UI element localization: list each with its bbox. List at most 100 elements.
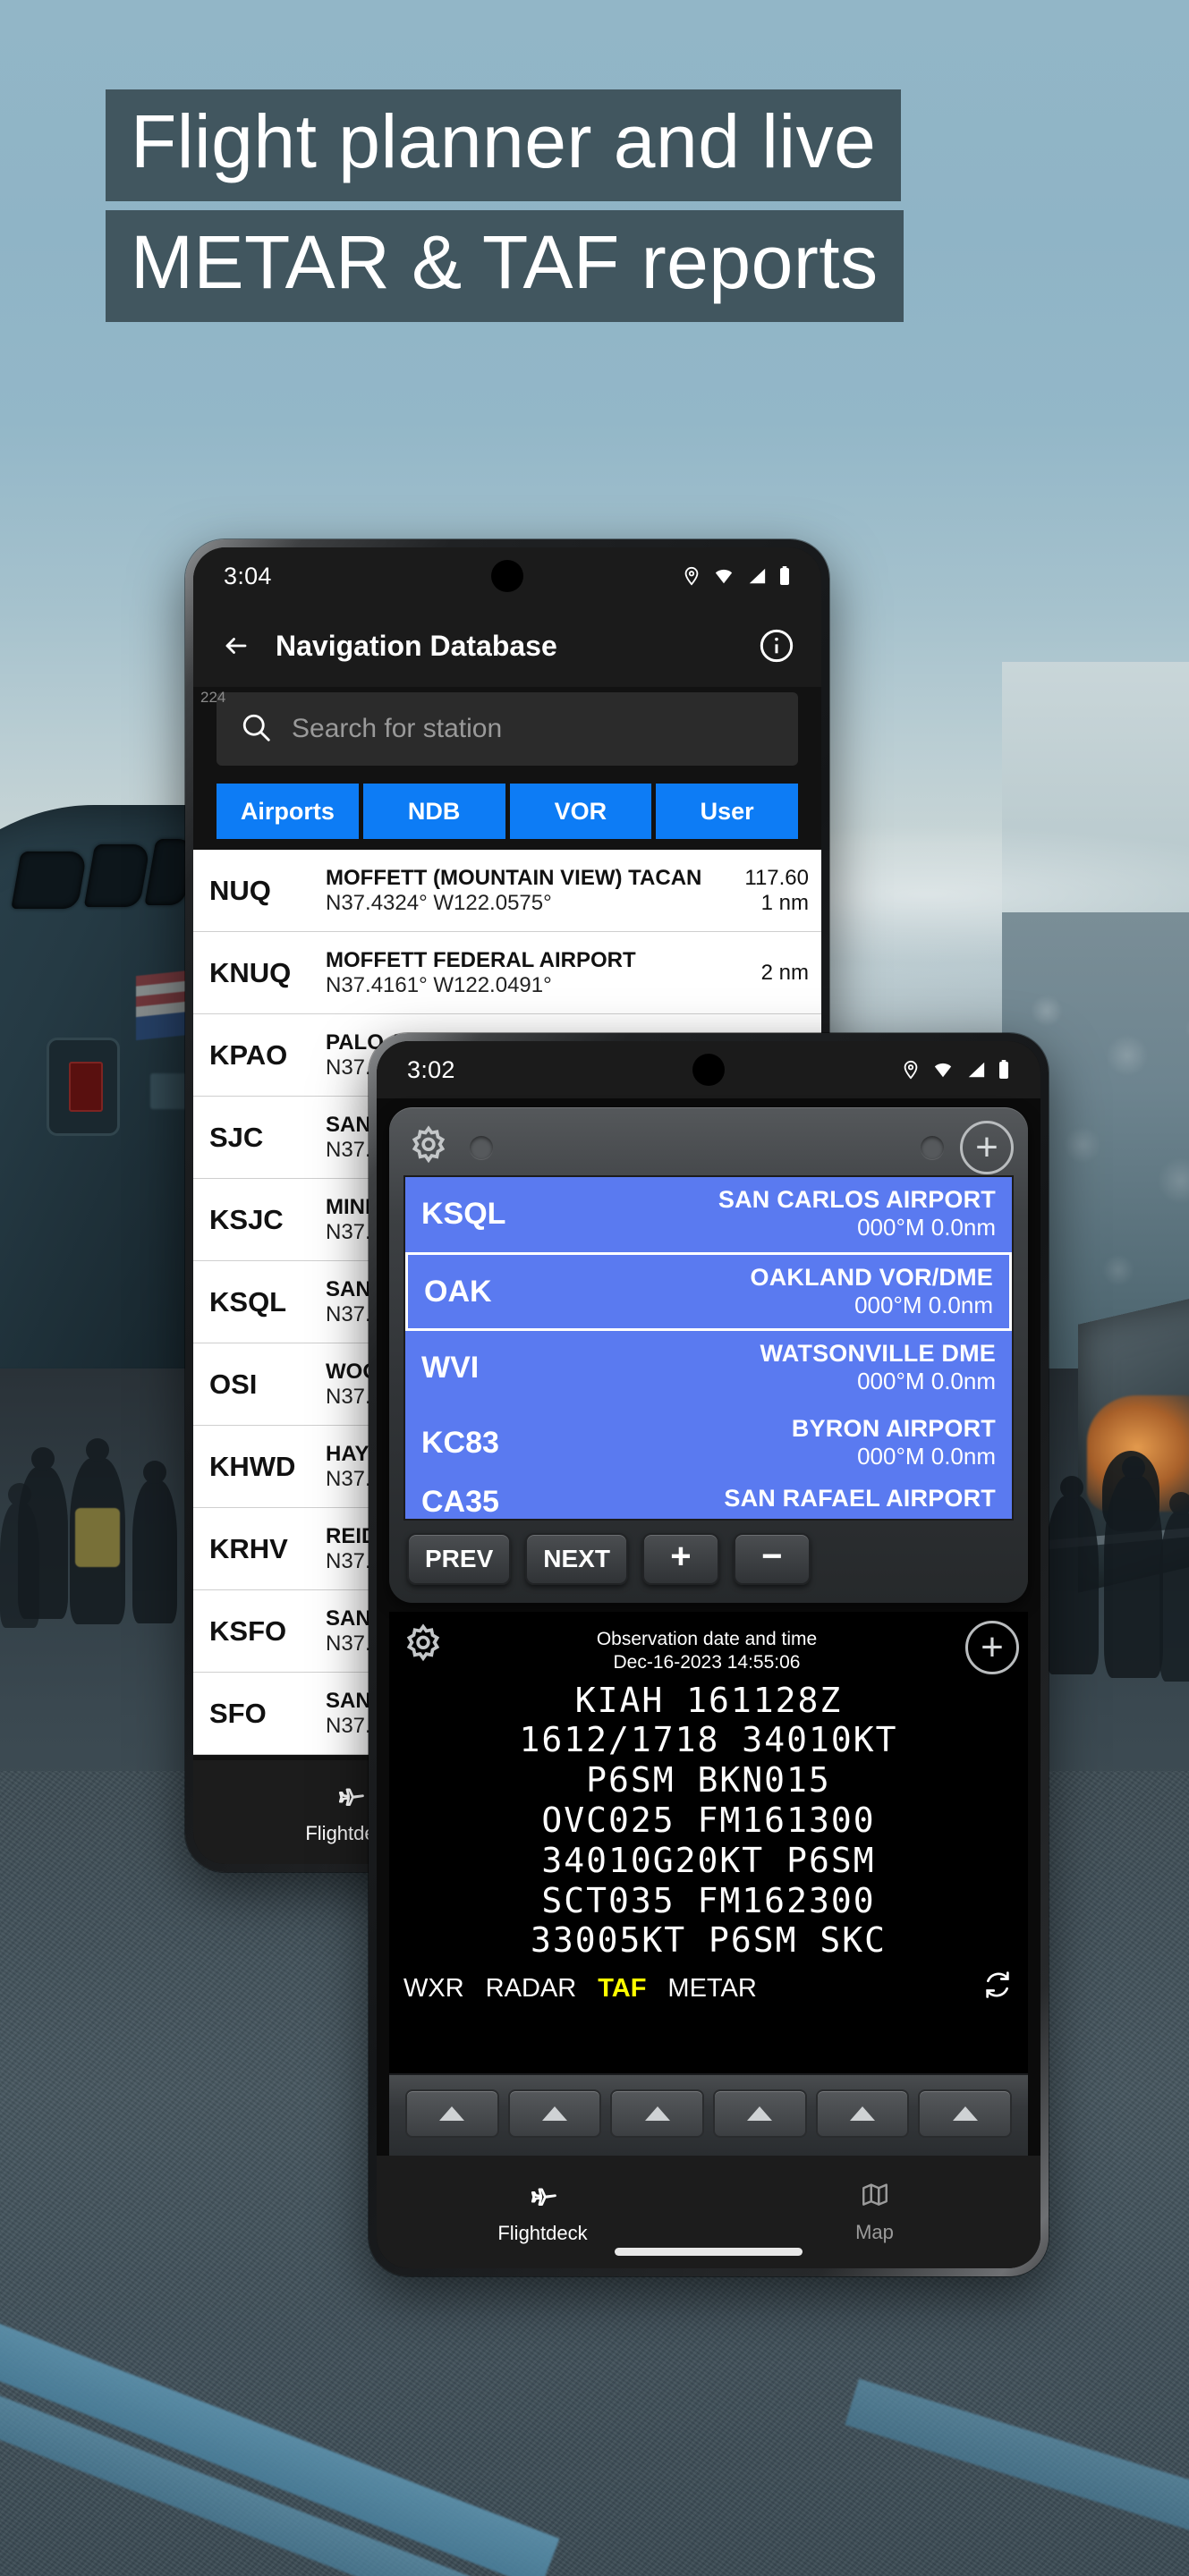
waypoint-bearing-distance: 000°M 0.0nm xyxy=(857,1214,996,1241)
gear-icon[interactable] xyxy=(403,1123,454,1173)
plus-icon[interactable]: + xyxy=(965,1621,1019,1674)
soft-key-button[interactable] xyxy=(918,2089,1013,2138)
waypoint-ident: KSQL xyxy=(421,1196,506,1231)
wifi-icon xyxy=(712,566,735,586)
up-triangle-icon xyxy=(952,2106,978,2121)
bottom-nav-item-map[interactable]: Map xyxy=(709,2180,1040,2244)
waypoint-name: BYRON AIRPORT xyxy=(791,1415,996,1442)
observation-info: Observation date and time Dec-16-2023 14… xyxy=(457,1621,956,1675)
waypoint-row[interactable]: CA35 SAN RAFAEL AIRPORT xyxy=(405,1481,1012,1519)
soft-key-button[interactable] xyxy=(610,2089,705,2138)
station-ident: NUQ xyxy=(209,874,271,906)
station-name: MOFFETT (MOUNTAIN VIEW) TACAN xyxy=(326,865,702,890)
prev-button[interactable]: PREV xyxy=(407,1533,512,1585)
bottom-nav-item-flightdeck[interactable]: Flightdeck xyxy=(377,2179,709,2245)
waypoint-info: OAKLAND VOR/DME 000°M 0.0nm xyxy=(567,1264,994,1319)
station-metrics: 2 nm xyxy=(761,961,809,986)
station-ident: KHWD xyxy=(209,1450,296,1482)
taf-report-line: P6SM BKN015 xyxy=(586,1760,831,1801)
weather-mode-metar[interactable]: METAR xyxy=(667,1974,756,2004)
hero-headline: Flight planner and live METAR & TAF repo… xyxy=(0,0,1189,323)
taf-report-line: 34010G20KT P6SM xyxy=(541,1840,876,1880)
weather-mode-taf[interactable]: TAF xyxy=(598,1974,646,2004)
segment-user-button[interactable]: User xyxy=(656,784,798,839)
next-button[interactable]: NEXT xyxy=(525,1533,628,1585)
camera-punchhole xyxy=(491,560,523,592)
camera-punchhole xyxy=(692,1054,725,1086)
taf-report-line: KIAH 161128Z xyxy=(574,1680,843,1720)
station-details: MOFFETT (MOUNTAIN VIEW) TACAN N37.4324° W… xyxy=(326,866,735,916)
refresh-icon[interactable] xyxy=(981,1970,1014,2007)
table-row[interactable]: KNUQ MOFFETT FEDERAL AIRPORT N37.4161° W12… xyxy=(193,932,821,1014)
gear-icon[interactable] xyxy=(398,1621,448,1671)
page-title: Navigation Database xyxy=(276,629,557,662)
phone-device-flightdeck: 3:02 2 + xyxy=(369,1033,1049,2276)
status-time: 3:02 xyxy=(407,1055,455,1083)
up-triangle-icon xyxy=(850,2106,876,2121)
soft-key-button[interactable] xyxy=(507,2089,602,2138)
soft-key-row xyxy=(389,2073,1028,2156)
waypoint-row[interactable]: KSQL SAN CARLOS AIRPORT 000°M 0.0nm xyxy=(405,1177,1012,1252)
waypoint-ident: KC83 xyxy=(421,1425,499,1460)
taf-report-text: KIAH 161128Z 1612/1718 34010KT P6SM BKN015… xyxy=(398,1681,1019,1962)
location-icon xyxy=(901,1058,921,1081)
station-ident: SJC xyxy=(209,1121,264,1153)
segment-vor-button[interactable]: VOR xyxy=(509,784,652,839)
weather-mode-wxr[interactable]: WXR xyxy=(403,1974,464,2004)
waypoint-list[interactable]: KSQL SAN CARLOS AIRPORT 000°M 0.0nm OAK OAKL… xyxy=(403,1175,1014,1521)
hero-row-1: Flight planner and live xyxy=(0,89,1189,202)
station-ident: KNUQ xyxy=(209,956,292,988)
waypoint-ident: WVI xyxy=(421,1350,480,1385)
weather-mode-selector: WXR RADAR TAF METAR xyxy=(398,1961,1019,2018)
waypoint-row[interactable]: WVI WATSONVILLE DME 000°M 0.0nm xyxy=(405,1331,1012,1406)
station-frequency: 117.60 xyxy=(744,865,809,890)
info-icon[interactable] xyxy=(759,628,794,664)
decrease-button[interactable]: − xyxy=(733,1533,811,1585)
waypoint-name: SAN CARLOS AIRPORT xyxy=(718,1186,996,1213)
waypoint-info: SAN RAFAEL AIRPORT xyxy=(565,1485,996,1513)
waypoint-bearing-distance: 000°M 0.0nm xyxy=(854,1292,993,1318)
signal-icon xyxy=(746,566,768,586)
up-triangle-icon xyxy=(747,2106,773,2121)
observation-timestamp: Dec-16-2023 14:55:06 xyxy=(613,1652,801,1674)
waypoint-info: WATSONVILLE DME 000°M 0.0nm xyxy=(565,1340,997,1395)
segment-airports-button[interactable]: Airports xyxy=(217,784,359,839)
battery-icon xyxy=(778,565,791,587)
soft-key-button[interactable] xyxy=(405,2089,499,2138)
waypoint-info: SAN CARLOS AIRPORT 000°M 0.0nm xyxy=(565,1186,996,1241)
waypoint-info: BYRON AIRPORT 000°M 0.0nm xyxy=(565,1415,996,1470)
search-icon xyxy=(240,711,272,748)
home-indicator xyxy=(615,2248,803,2256)
map-icon xyxy=(858,2180,892,2216)
wifi-icon xyxy=(931,1060,955,1080)
station-name: MOFFETT FEDERAL AIRPORT xyxy=(326,947,636,972)
waypoint-name: OAKLAND VOR/DME xyxy=(750,1264,993,1291)
waypoint-row[interactable]: OAK OAKLAND VOR/DME 000°M 0.0nm xyxy=(405,1252,1012,1331)
weather-mode-radar[interactable]: RADAR xyxy=(486,1974,577,2004)
fuselage-door xyxy=(47,1038,120,1136)
soft-key-button[interactable] xyxy=(713,2089,807,2138)
station-type-segmented-control: Airports NDB VOR User xyxy=(193,784,821,850)
crowd-silhouette xyxy=(132,1480,177,1623)
station-metrics: 117.60 1 nm xyxy=(744,866,809,916)
bottom-nav-label: Map xyxy=(855,2221,894,2243)
waypoint-ident: CA35 xyxy=(421,1485,499,1519)
increase-button[interactable]: + xyxy=(641,1533,719,1585)
soft-key-button[interactable] xyxy=(815,2089,910,2138)
station-distance: 2 nm xyxy=(760,960,809,985)
station-ident: KRHV xyxy=(209,1532,288,1564)
plus-icon[interactable]: + xyxy=(960,1121,1014,1174)
waypoint-row[interactable]: KC83 BYRON AIRPORT 000°M 0.0nm xyxy=(405,1406,1012,1481)
cockpit-window xyxy=(11,852,88,909)
search-input[interactable] xyxy=(292,714,775,744)
taf-report-line: 33005KT P6SM SKC xyxy=(530,1920,888,1961)
waypoint-bearing-distance: 000°M 0.0nm xyxy=(857,1368,996,1394)
station-ident: KPAO xyxy=(209,1038,288,1071)
search-box[interactable] xyxy=(217,692,798,766)
phone2-screen: 3:02 2 + xyxy=(377,1041,1040,2268)
segment-ndb-button[interactable]: NDB xyxy=(362,784,505,839)
table-row[interactable]: NUQ MOFFETT (MOUNTAIN VIEW) TACAN N37.4324… xyxy=(193,850,821,932)
battery-icon xyxy=(998,1059,1010,1080)
station-coordinates: N37.4161° W122.0491° xyxy=(326,972,552,997)
back-arrow-icon[interactable] xyxy=(220,632,252,659)
